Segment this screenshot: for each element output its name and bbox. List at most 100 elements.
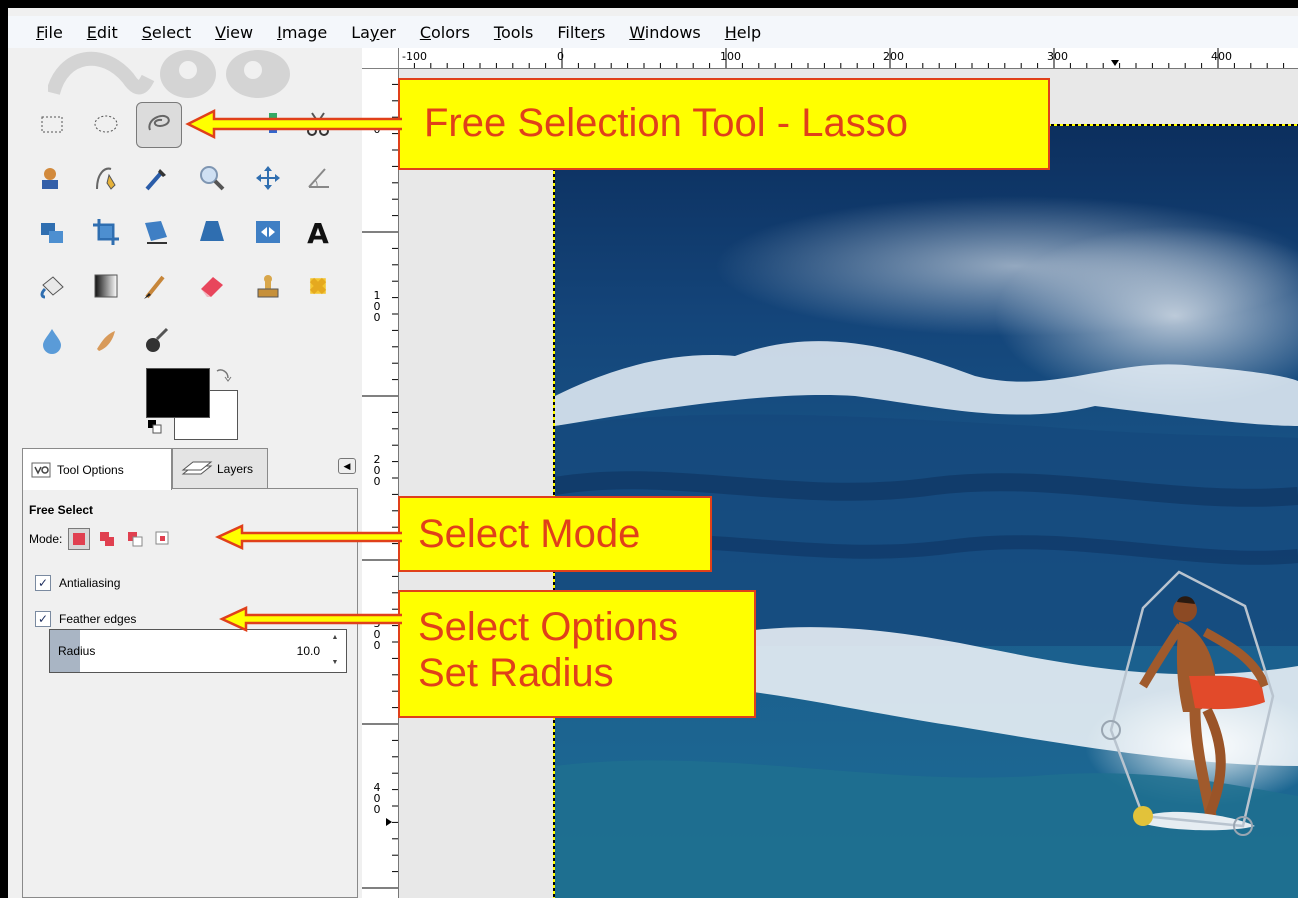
callout-arrow-lasso xyxy=(185,108,402,140)
flip-tool-icon[interactable] xyxy=(248,212,288,252)
menu-select[interactable]: Select xyxy=(142,23,191,42)
callout-options: Select Options Set Radius xyxy=(398,590,756,718)
menu-edit[interactable]: Edit xyxy=(87,23,118,42)
mode-add-icon xyxy=(100,532,115,546)
ruler-label: 2 0 0 xyxy=(373,453,381,488)
dodge-burn-tool-icon[interactable] xyxy=(136,320,176,360)
ruler-label: 400 xyxy=(1211,50,1232,63)
ruler-label: 100 xyxy=(720,50,741,63)
menu-help[interactable]: Help xyxy=(725,23,761,42)
tab-tool-options-label: Tool Options xyxy=(57,462,124,477)
ruler-ticks xyxy=(398,48,1285,68)
mode-label: Mode: xyxy=(29,532,63,546)
perspective-tool-icon[interactable] xyxy=(192,212,232,252)
ruler-label: 200 xyxy=(883,50,904,63)
callout-options-line2: Set Radius xyxy=(418,651,614,695)
paths-tool-icon[interactable] xyxy=(86,158,126,198)
radius-spinner[interactable]: ▲ ▼ xyxy=(328,634,342,666)
foreground-select-tool-icon[interactable] xyxy=(32,158,72,198)
ruler-label: 4 0 0 xyxy=(373,781,381,816)
panel-title: Free Select xyxy=(29,503,94,517)
radius-value: 10.0 xyxy=(296,644,320,658)
ruler-label: 0 xyxy=(557,50,564,63)
zoom-tool-icon[interactable] xyxy=(192,158,232,198)
ruler-corner: ▶ xyxy=(362,48,750,113)
ruler-label: 300 xyxy=(1047,50,1068,63)
menu-colors[interactable]: Colors xyxy=(420,23,470,42)
rect-select-tool-icon[interactable] xyxy=(32,104,72,144)
mode-subtract-icon xyxy=(128,532,143,547)
mode-intersect-icon xyxy=(155,531,169,545)
text-tool-icon[interactable]: A xyxy=(298,212,338,252)
radius-slider[interactable]: Radius 10.0 ▲ ▼ xyxy=(49,629,347,673)
smudge-tool-icon[interactable] xyxy=(86,320,126,360)
paintbrush-tool-icon[interactable] xyxy=(136,266,176,306)
blur-tool-icon[interactable] xyxy=(32,320,72,360)
clone-tool-icon[interactable] xyxy=(248,266,288,306)
callout-options-line1: Select Options xyxy=(418,605,679,649)
mode-row: Mode: xyxy=(29,527,174,551)
color-picker-tool-icon[interactable] xyxy=(136,158,176,198)
toolbox: A Tool Options Layers ◀ Free Select Mode… xyxy=(8,48,360,898)
rotate-tool-icon[interactable] xyxy=(136,212,176,252)
mode-subtract-button[interactable] xyxy=(124,528,146,550)
feather-edges-label: Feather edges xyxy=(59,612,137,626)
feather-edges-checkbox[interactable]: ✓ xyxy=(35,611,51,627)
blend-tool-icon[interactable] xyxy=(86,266,126,306)
ellipse-select-tool-icon[interactable] xyxy=(86,104,126,144)
callout-arrow-options xyxy=(218,606,402,632)
menu-filters[interactable]: Filters xyxy=(557,23,605,42)
measure-tool-icon[interactable] xyxy=(298,158,338,198)
callout-lasso: Free Selection Tool - Lasso xyxy=(398,78,1050,170)
pointer-marker-icon xyxy=(1111,60,1119,66)
checkmark-icon: ✓ xyxy=(37,576,49,590)
radius-label: Radius xyxy=(58,644,96,658)
mode-add-button[interactable] xyxy=(96,528,118,550)
align-tool-icon[interactable] xyxy=(32,212,72,252)
horizontal-ruler[interactable]: -100 0 100 200 300 400 xyxy=(398,48,1298,69)
pointer-marker-icon xyxy=(386,818,392,826)
dock-menu-button[interactable]: ◀ xyxy=(338,458,356,474)
svg-text:A: A xyxy=(307,217,329,247)
vertical-ruler[interactable]: 0 1 0 0 2 0 0 3 0 0 4 0 0 xyxy=(362,68,399,898)
antialiasing-row: ✓ Antialiasing xyxy=(35,573,120,593)
menu-image[interactable]: Image xyxy=(277,23,327,42)
mode-intersect-button[interactable] xyxy=(152,528,174,550)
dock-tabs: Tool Options Layers ◀ xyxy=(22,444,362,490)
menu-view[interactable]: View xyxy=(215,23,253,42)
feather-row: ✓ Feather edges xyxy=(35,609,136,629)
swap-colors-icon[interactable] xyxy=(214,366,232,384)
crop-tool-icon[interactable] xyxy=(86,212,126,252)
move-tool-icon[interactable] xyxy=(248,158,288,198)
layers-icon xyxy=(181,461,213,474)
triangle-left-icon: ◀ xyxy=(343,461,351,471)
menu-tools[interactable]: Tools xyxy=(494,23,533,42)
callout-mode-text: Select Mode xyxy=(418,512,641,556)
menu-layer[interactable]: Layer xyxy=(351,23,396,42)
tool-options-icon xyxy=(31,462,51,477)
menu-file[interactable]: File xyxy=(36,23,63,42)
bucket-fill-tool-icon[interactable] xyxy=(32,266,72,306)
tab-tool-options[interactable]: Tool Options xyxy=(22,448,172,490)
spin-up-icon[interactable]: ▲ xyxy=(332,634,339,641)
menubar: File Edit Select View Image Layer Colors… xyxy=(8,16,1298,48)
menu-windows[interactable]: Windows xyxy=(629,23,700,42)
free-select-tool-icon[interactable] xyxy=(136,102,182,148)
checkmark-icon: ✓ xyxy=(37,612,49,626)
tool-options-dock: Tool Options Layers ◀ Free Select Mode: xyxy=(22,444,362,898)
eraser-tool-icon[interactable] xyxy=(192,266,232,306)
spin-down-icon[interactable]: ▼ xyxy=(332,659,339,666)
antialiasing-checkbox[interactable]: ✓ xyxy=(35,575,51,591)
callout-lasso-text: Free Selection Tool - Lasso xyxy=(424,101,908,145)
ruler-label: -100 xyxy=(402,50,427,63)
mode-replace-button[interactable] xyxy=(68,528,91,550)
ruler-label: 1 0 0 xyxy=(373,289,381,324)
antialiasing-label: Antialiasing xyxy=(59,576,121,590)
callout-mode: Select Mode xyxy=(398,496,712,572)
wilber-logo-icon xyxy=(48,50,290,98)
heal-tool-icon[interactable] xyxy=(298,266,338,306)
default-colors-icon[interactable] xyxy=(146,418,164,436)
foreground-color-swatch[interactable] xyxy=(146,368,210,418)
callout-arrow-mode xyxy=(214,524,402,550)
tab-layers[interactable]: Layers xyxy=(172,448,268,488)
